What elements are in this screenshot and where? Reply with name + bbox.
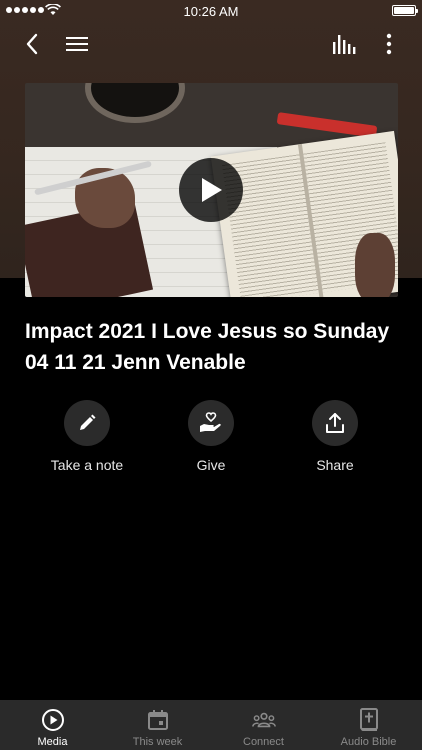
pencil-icon <box>80 414 96 430</box>
battery-icon <box>392 5 418 16</box>
tab-this-week[interactable]: This week <box>105 700 210 750</box>
thumbnail-marker <box>276 112 378 138</box>
tab-media-label: Media <box>37 736 68 748</box>
take-note-label: Take a note <box>50 457 124 473</box>
sermon-title: Impact 2021 I Love Jesus so Sunday 04 11… <box>25 320 390 374</box>
share-button[interactable]: Share <box>275 400 395 473</box>
audio-levels-icon <box>333 35 356 54</box>
video-player[interactable] <box>25 83 398 297</box>
give-label: Give <box>196 457 226 473</box>
hand-heart-icon <box>200 412 221 432</box>
tab-audio-bible-label: Audio Bible <box>340 736 397 748</box>
more-options-button[interactable] <box>375 30 403 58</box>
bible-icon <box>359 708 378 731</box>
share-circle <box>312 400 358 446</box>
tab-connect[interactable]: Connect <box>211 700 316 750</box>
status-time: 10:26 AM <box>183 4 239 19</box>
hamburger-menu-icon <box>66 37 88 51</box>
play-button[interactable] <box>179 158 243 222</box>
take-note-button[interactable]: Take a note <box>27 400 147 473</box>
status-bar: 10:26 AM <box>0 0 422 22</box>
play-circle-icon <box>41 709 64 731</box>
take-note-circle <box>64 400 110 446</box>
tab-audio-bible[interactable]: Audio Bible <box>316 700 421 750</box>
tab-bar: Media This week Connect Audio Bible <box>0 700 422 750</box>
share-icon <box>326 413 344 433</box>
action-row: Take a note Give Share <box>0 400 422 480</box>
menu-button[interactable] <box>63 30 91 58</box>
audio-button[interactable] <box>330 30 358 58</box>
tab-this-week-label: This week <box>132 736 183 748</box>
tab-media[interactable]: Media <box>0 700 105 750</box>
back-button[interactable] <box>18 30 46 58</box>
give-circle <box>188 400 234 446</box>
thumbnail-hand-right <box>355 233 395 297</box>
people-icon <box>251 712 276 728</box>
nav-bar <box>0 26 422 62</box>
thumbnail-coffee-cup <box>85 83 185 123</box>
share-label: Share <box>316 457 354 473</box>
calendar-icon <box>147 710 168 730</box>
chevron-left-icon <box>26 33 38 55</box>
tab-connect-label: Connect <box>243 736 284 748</box>
play-icon <box>202 178 222 202</box>
give-button[interactable]: Give <box>151 400 271 473</box>
more-vertical-icon <box>386 33 392 55</box>
